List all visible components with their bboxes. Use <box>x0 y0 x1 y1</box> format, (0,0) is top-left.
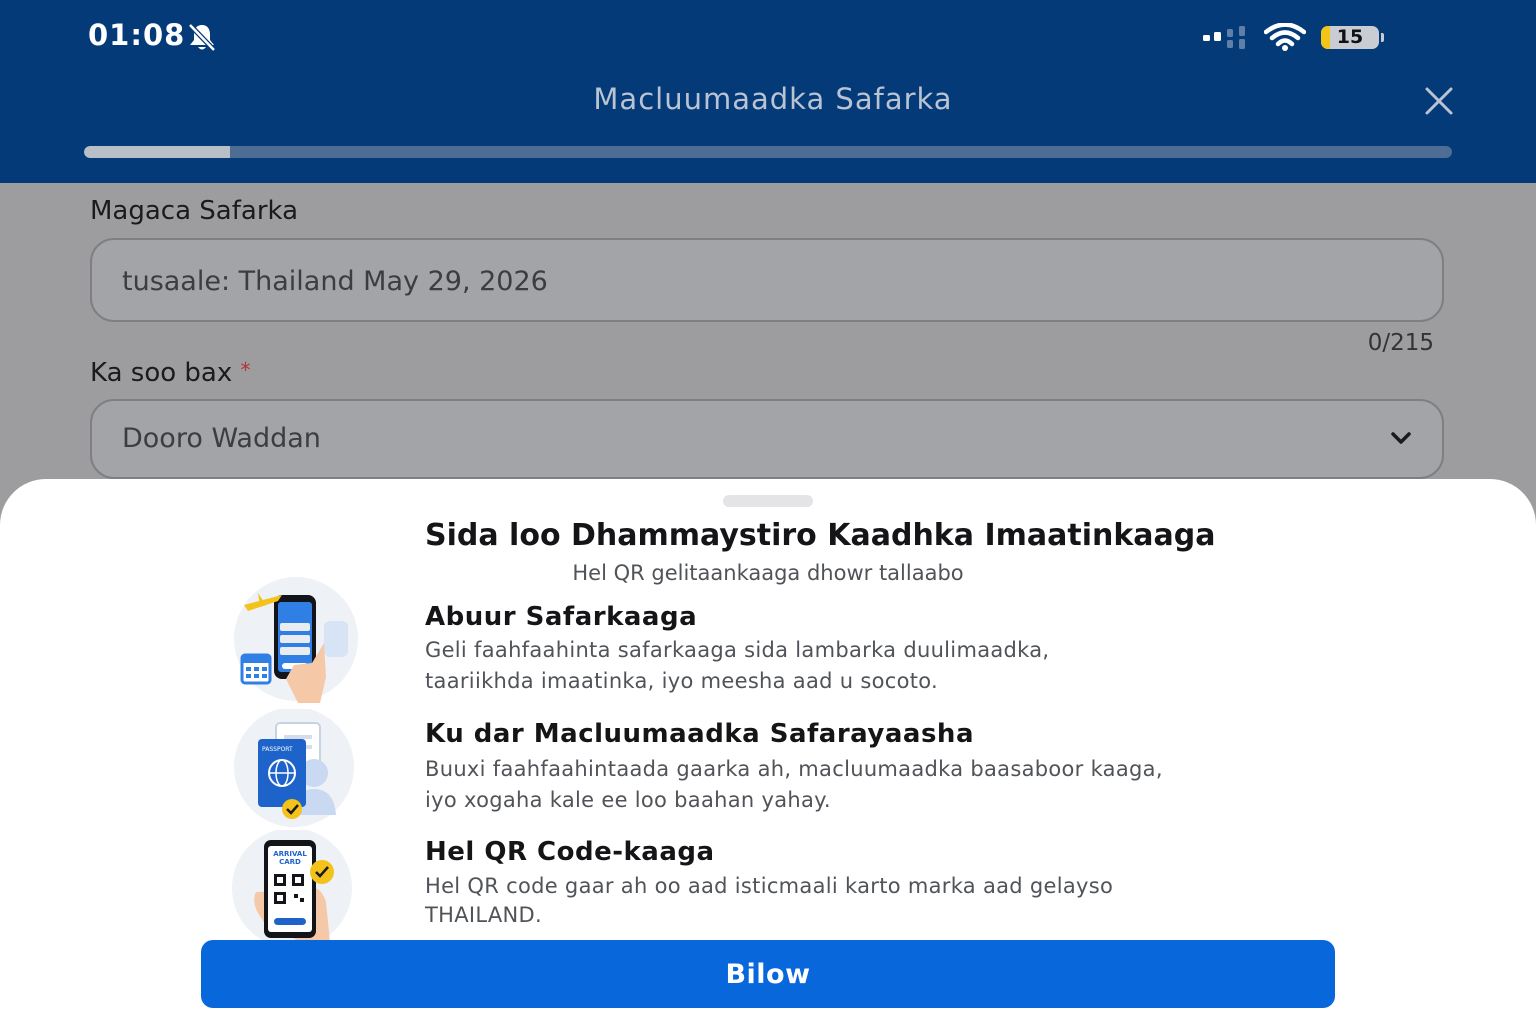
progress-bar <box>84 146 1452 158</box>
trip-name-field[interactable] <box>90 238 1444 322</box>
passport-person-icon: PASSPORT <box>234 709 354 827</box>
sheet-title: Sida loo Dhammaystiro Kaadhka Imaatinkaa… <box>425 518 1216 553</box>
step-1-title: Abuur Safarkaaga <box>425 602 698 632</box>
page-title: Macluumaadka Safarka <box>593 82 953 116</box>
phone-checklist-plane-icon <box>234 577 358 703</box>
close-icon[interactable] <box>1420 82 1458 120</box>
entry-label-text: Ka soo bax <box>90 358 233 388</box>
trip-name-label: Magaca Safarka <box>90 196 299 226</box>
progress-fill <box>84 146 231 158</box>
step-3-desc-line-1: Hel QR code gaar ah oo aad isticmaali ka… <box>425 874 1114 898</box>
step-1-description: Geli faahfaahinta safarkaaga sida lambar… <box>425 635 1165 697</box>
step-3-desc-line-2: THAILAND. <box>425 903 542 927</box>
sheet-drag-handle[interactable] <box>723 495 813 507</box>
char-counter: 0/215 <box>1367 330 1434 356</box>
trip-name-input[interactable] <box>120 240 1404 322</box>
step-2-description: Buuxi faahfaahintaada gaarka ah, macluum… <box>425 754 1165 816</box>
arrival-text: ARRIVAL <box>273 850 307 858</box>
wifi-icon <box>1264 23 1306 51</box>
step-2-desc-line-2: iyo xogaha kale ee loo baahan yahay. <box>425 788 831 812</box>
required-marker: * <box>240 358 251 382</box>
passport-text: PASSPORT <box>262 746 293 753</box>
step-3-description: Hel QR code gaar ah oo aad isticmaali ka… <box>425 872 1165 930</box>
step-1-desc-line-1: Geli faahfaahinta safarkaaga sida lambar… <box>425 638 1050 662</box>
bell-slash-icon <box>188 23 216 52</box>
step-2-desc-line-1: Buuxi faahfaahintaada gaarka ah, macluum… <box>425 757 1163 781</box>
status-time: 01:08 <box>88 18 186 52</box>
arrival-card-qr-icon: ARRIVAL CARD <box>232 830 352 942</box>
step-3-title: Hel QR Code-kaaga <box>425 837 715 867</box>
card-text: CARD <box>279 858 301 866</box>
chevron-down-icon <box>1391 432 1411 444</box>
step-2-title: Ku dar Macluumaadka Safarayaasha <box>425 719 974 749</box>
country-select[interactable]: Dooro Waddan <box>90 399 1444 479</box>
step-1-desc-line-2: taariikhda imaatinka, iyo meesha aad u s… <box>425 669 939 693</box>
signal-icon <box>1203 26 1245 49</box>
battery-level: 15 <box>1336 26 1364 48</box>
sheet-subtitle: Hel QR gelitaankaaga dhowr tallaabo <box>572 561 964 585</box>
start-button[interactable]: Bilow <box>201 940 1335 1008</box>
entry-label: Ka soo bax * <box>90 358 251 388</box>
country-select-value: Dooro Waddan <box>122 423 321 454</box>
battery-nub <box>1381 33 1384 42</box>
battery-icon: 15 <box>1321 26 1379 49</box>
top-header: 01:08 15 Macluumaadka Safarka <box>0 0 1536 183</box>
